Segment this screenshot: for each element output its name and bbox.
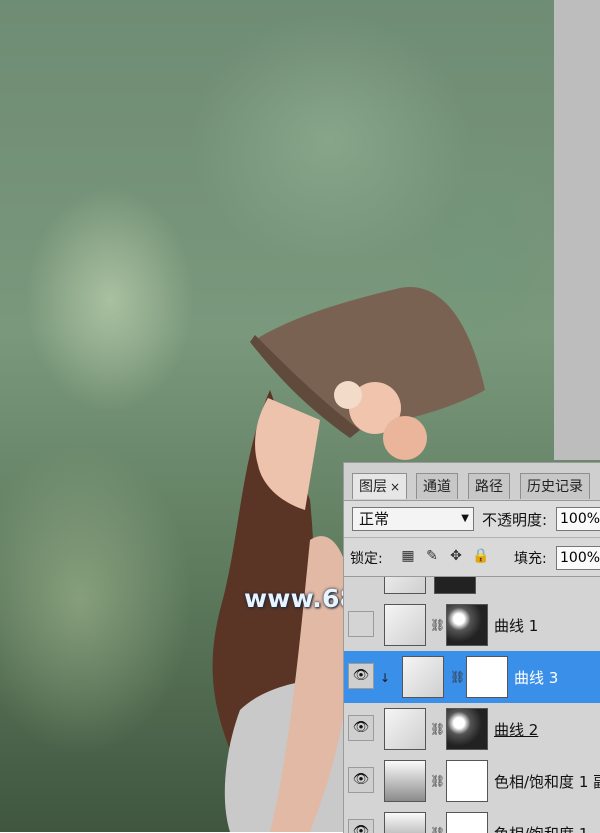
tab-history[interactable]: 历史记录 <box>520 473 590 499</box>
tab-layers[interactable]: 图层 × <box>352 473 408 499</box>
tab-layers-label: 图层 <box>359 479 387 495</box>
tab-history-label: 历史记录 <box>527 479 583 495</box>
move-icon[interactable]: ✥ <box>448 548 464 564</box>
fill-label: 填充: <box>514 551 547 567</box>
close-icon[interactable]: × <box>390 480 400 494</box>
layer-name: 曲线 1 <box>494 617 539 635</box>
opacity-input[interactable]: 100% <box>556 507 600 531</box>
tab-channels-label: 通道 <box>423 479 451 495</box>
layer-mask-thumb <box>446 760 488 802</box>
curves-icon <box>402 656 444 698</box>
hue-saturation-icon <box>384 760 426 802</box>
curves-icon <box>384 708 426 750</box>
blend-mode-value: 正常 <box>359 510 390 528</box>
layer-mask-thumb <box>446 604 488 646</box>
link-icon: ⛓ <box>430 722 446 736</box>
eye-icon[interactable]: 👁 <box>348 767 374 793</box>
layer-mask-thumb <box>466 656 508 698</box>
lock-row: 锁定: ▦ ✎ ✥ 🔒 填充: 100% <box>344 538 600 577</box>
link-icon: ⛓ <box>430 618 446 632</box>
visibility-toggle[interactable] <box>348 611 374 637</box>
hue-saturation-icon <box>384 812 426 833</box>
curves-icon <box>384 577 426 594</box>
layer-name: 曲线 2 <box>494 721 539 739</box>
panel-tabs: 图层 × 通道 路径 历史记录 <box>344 463 600 501</box>
brush-icon[interactable]: ✎ <box>424 548 440 564</box>
curves-icon <box>384 604 426 646</box>
eye-icon[interactable]: 👁 <box>348 715 374 741</box>
layer-row[interactable]: 👁 ⛓ 色相/饱和度 1 <box>344 807 600 833</box>
chevron-down-icon: ▼ <box>461 513 469 524</box>
eye-icon[interactable]: 👁 <box>348 819 374 833</box>
tab-channels[interactable]: 通道 <box>416 473 458 499</box>
link-icon: ⛓ <box>450 670 466 684</box>
layer-row-selected[interactable]: 👁 ↓ ⛓ 曲线 3 <box>344 651 600 704</box>
layer-row[interactable]: 👁 ⛓ 曲线 2 <box>344 703 600 756</box>
layer-mask-thumb <box>434 577 476 594</box>
link-icon: ⛓ <box>430 774 446 788</box>
opacity-label: 不透明度: <box>482 511 548 529</box>
layer-mask-thumb <box>446 812 488 833</box>
layer-name: 曲线 3 <box>514 669 559 687</box>
lock-icon[interactable]: 🔒 <box>472 548 489 564</box>
tab-paths[interactable]: 路径 <box>468 473 510 499</box>
blend-row: 正常 ▼ 不透明度: 100% <box>344 501 600 538</box>
eye-icon[interactable]: 👁 <box>348 663 374 689</box>
layer-row[interactable]: ⛓ 曲线 1 <box>344 599 600 652</box>
blend-mode-select[interactable]: 正常 ▼ <box>352 507 474 531</box>
layer-row[interactable]: 👁 ⛓ 色相/饱和度 1 副 <box>344 755 600 808</box>
canvas-gray-edge <box>554 0 600 460</box>
layers-panel: 图层 × 通道 路径 历史记录 正常 ▼ 不透明度: 100% 锁定: ▦ ✎ ✥… <box>343 462 600 833</box>
layers-list: ⛓ 曲线 1 👁 ↓ ⛓ 曲线 3 👁 ⛓ 曲线 2 👁 ⛓ 色相/饱和度 1 … <box>344 577 600 833</box>
lock-transparent-icon[interactable]: ▦ <box>400 548 416 564</box>
layer-name: 色相/饱和度 1 副 <box>494 773 600 791</box>
layer-row[interactable] <box>344 577 600 600</box>
layer-mask-thumb <box>446 708 488 750</box>
tab-paths-label: 路径 <box>475 479 503 495</box>
lock-label: 锁定: <box>350 551 383 567</box>
clip-arrow-icon: ↓ <box>380 671 391 685</box>
fill-input[interactable]: 100% <box>556 546 600 570</box>
